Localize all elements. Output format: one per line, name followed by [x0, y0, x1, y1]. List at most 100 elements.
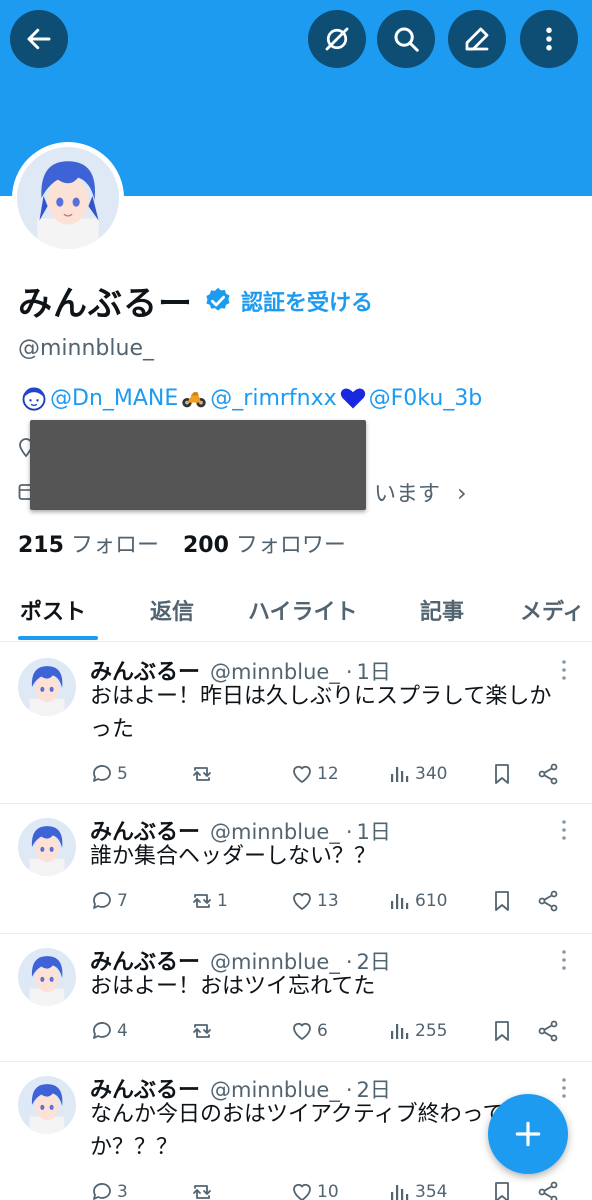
- bookmark-button[interactable]: [490, 762, 514, 786]
- get-verified-link[interactable]: 認証を受ける: [241, 285, 373, 317]
- profile-avatar[interactable]: [12, 142, 124, 254]
- edit-button[interactable]: [448, 10, 506, 68]
- reply-count: 3: [117, 1182, 128, 1200]
- followers-link[interactable]: 200 フォロワー: [183, 527, 346, 559]
- repost-count: 1: [217, 891, 228, 911]
- reply-icon: [90, 762, 114, 786]
- eye-off-icon: [325, 27, 349, 51]
- profile-page: みんぶるー 認証を受ける @minnblue_ @Dn_MANE @_rimrf…: [0, 0, 592, 1200]
- like-count: 13: [317, 891, 339, 911]
- following-label: フォロー: [70, 533, 159, 558]
- post-more-icon[interactable]: [556, 948, 572, 972]
- back-button[interactable]: [10, 10, 68, 68]
- views-button[interactable]: 255: [388, 1019, 447, 1043]
- reply-icon: [90, 1180, 114, 1200]
- views-icon: [388, 1180, 412, 1200]
- more-vertical-icon: [546, 27, 552, 51]
- tab-posts[interactable]: ポスト: [20, 594, 86, 626]
- display-name: みんぶるー: [18, 284, 193, 324]
- post-actions: 5 12 340: [90, 762, 570, 792]
- post-avatar[interactable]: [18, 818, 76, 876]
- profile-handle: @minnblue_: [18, 336, 154, 361]
- views-button[interactable]: 610: [388, 889, 447, 913]
- views-button[interactable]: 340: [388, 762, 447, 786]
- follow-stats: 215 フォロー 200 フォロワー: [18, 527, 346, 559]
- share-button[interactable]: [536, 889, 560, 913]
- bio-mention-1[interactable]: @Dn_MANE: [50, 386, 178, 411]
- post-avatar[interactable]: [18, 1076, 76, 1134]
- plus-icon: [515, 1121, 541, 1147]
- repost-button[interactable]: 1: [190, 889, 228, 913]
- reply-icon: [90, 1019, 114, 1043]
- tab-highlights[interactable]: ハイライト: [248, 594, 358, 626]
- share-button[interactable]: [536, 1180, 560, 1200]
- bookmark-icon: [490, 889, 514, 913]
- tab-replies[interactable]: 返信: [150, 594, 194, 626]
- post-more-icon[interactable]: [556, 658, 572, 682]
- like-count: 10: [317, 1182, 339, 1200]
- repost-icon: [190, 762, 214, 786]
- post-more-icon[interactable]: [556, 818, 572, 842]
- post-actions: 7 1 13 610: [90, 889, 570, 919]
- views-icon: [388, 1019, 412, 1043]
- post-item[interactable]: みんぶるー @minnblue_ · 2日 おはよー！おはツイ忘れてた 4 6 255: [0, 934, 592, 1062]
- following-link[interactable]: 215 フォロー: [18, 527, 159, 559]
- post-actions: 3 10 354: [90, 1180, 570, 1200]
- like-count: 6: [317, 1021, 328, 1041]
- blue-heart-emoji-icon: [340, 388, 365, 409]
- person-emoji-icon: [22, 387, 46, 411]
- views-count: 340: [415, 764, 448, 784]
- more-button[interactable]: [520, 10, 578, 68]
- bookmark-icon: [490, 762, 514, 786]
- like-button[interactable]: 12: [290, 762, 339, 786]
- post-text: 誰か集合ヘッダーしない？？: [90, 844, 377, 869]
- repost-button[interactable]: [190, 1019, 217, 1043]
- views-button[interactable]: 354: [388, 1180, 447, 1200]
- bio-mention-2[interactable]: @_rimrfnxx: [210, 386, 336, 411]
- tab-media[interactable]: メディ: [520, 594, 584, 626]
- profile-bio: @Dn_MANE @_rimrfnxx @F0ku_3b: [18, 384, 482, 412]
- bookmark-icon: [490, 1180, 514, 1200]
- repost-icon: [190, 1019, 214, 1043]
- repost-button[interactable]: [190, 1180, 217, 1200]
- like-count: 12: [317, 764, 339, 784]
- share-button[interactable]: [536, 762, 560, 786]
- heart-icon: [290, 889, 314, 913]
- post-item[interactable]: みんぶるー @minnblue_ · 1日 誰か集合ヘッダーしない？？ 7 1 13 610: [0, 804, 592, 934]
- bookmark-button[interactable]: [490, 1019, 514, 1043]
- reply-button[interactable]: 4: [90, 1019, 128, 1043]
- joined-info[interactable]: います ›: [374, 476, 467, 508]
- bookmark-button[interactable]: [490, 1180, 514, 1200]
- heart-icon: [290, 1180, 314, 1200]
- name-row: みんぶるー 認証を受ける: [18, 276, 373, 325]
- heart-icon: [290, 762, 314, 786]
- like-button[interactable]: 10: [290, 1180, 339, 1200]
- repost-icon: [190, 889, 214, 913]
- search-button[interactable]: [377, 10, 435, 68]
- bookmark-icon: [490, 1019, 514, 1043]
- reply-count: 4: [117, 1021, 128, 1041]
- hide-button[interactable]: [308, 10, 366, 68]
- like-button[interactable]: 6: [290, 1019, 328, 1043]
- bio-mention-3[interactable]: @F0ku_3b: [369, 386, 483, 411]
- edit-icon: [465, 27, 489, 51]
- tab-articles[interactable]: 記事: [420, 594, 464, 626]
- reply-button[interactable]: 7: [90, 889, 128, 913]
- post-more-icon[interactable]: [556, 1076, 572, 1100]
- compose-button[interactable]: [488, 1094, 568, 1174]
- post-avatar[interactable]: [18, 948, 76, 1006]
- chevron-right-icon: ›: [457, 479, 467, 507]
- post-avatar[interactable]: [18, 658, 76, 716]
- like-button[interactable]: 13: [290, 889, 339, 913]
- arrow-left-icon: [27, 28, 51, 50]
- share-icon: [536, 1180, 560, 1200]
- repost-button[interactable]: [190, 762, 217, 786]
- bookmark-button[interactable]: [490, 889, 514, 913]
- reply-button[interactable]: 3: [90, 1180, 128, 1200]
- reply-button[interactable]: 5: [90, 762, 128, 786]
- share-button[interactable]: [536, 1019, 560, 1043]
- repost-icon: [190, 1180, 214, 1200]
- share-icon: [536, 762, 560, 786]
- motorcycle-emoji-icon: [182, 392, 206, 408]
- post-item[interactable]: みんぶるー @minnblue_ · 1日 おはよー！昨日は久しぶりにスプラして楽しかっ…: [0, 644, 592, 804]
